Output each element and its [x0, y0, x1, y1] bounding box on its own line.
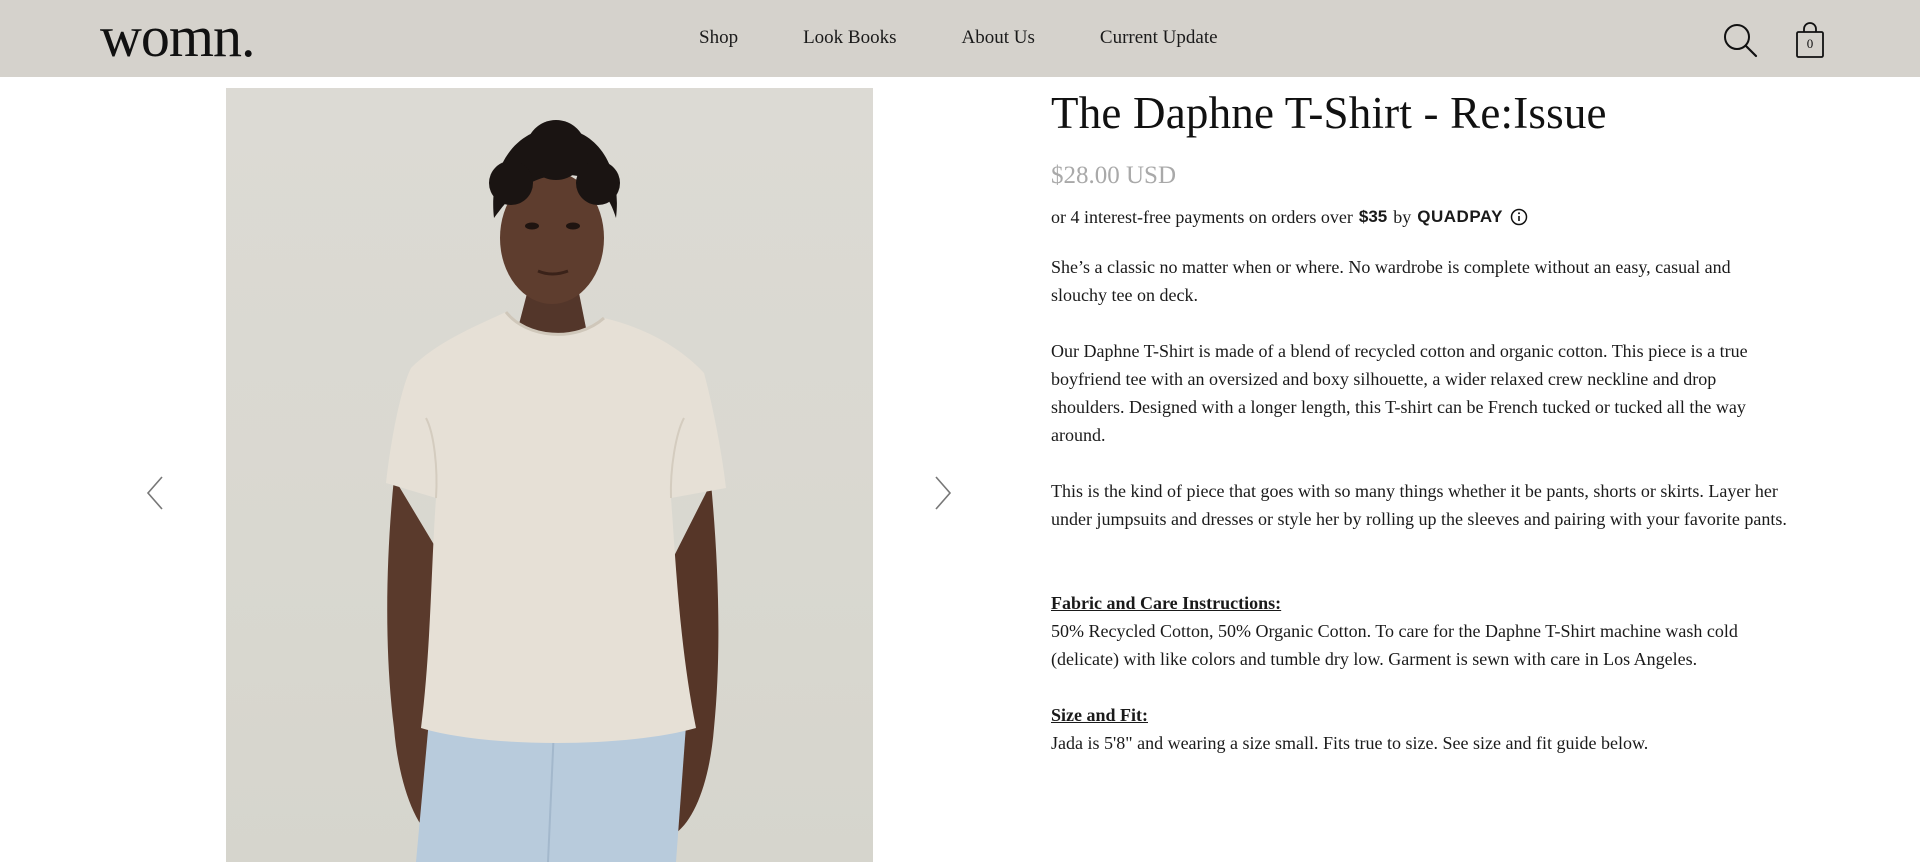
site-header: womn. Shop Look Books About Us Current U… [0, 0, 1920, 77]
installments-text: or 4 interest-free payments on orders ov… [1051, 207, 1353, 227]
description-paragraph: She’s a classic no matter when or where.… [1051, 257, 1731, 305]
main-nav: Shop Look Books About Us Current Update [699, 26, 1218, 50]
size-fit-section: Size and Fit: Jada is 5'8" and wearing a… [1051, 701, 1791, 757]
installments-by: by [1393, 207, 1412, 227]
search-icon[interactable] [1722, 22, 1758, 58]
info-icon[interactable] [1510, 208, 1528, 226]
cart-count: 0 [1806, 36, 1814, 51]
installments-amount: $35 [1358, 207, 1388, 226]
installments-message: or 4 interest-free payments on orders ov… [1051, 205, 1791, 229]
chevron-left-icon[interactable] [144, 473, 168, 513]
chevron-right-icon[interactable] [930, 473, 954, 513]
nav-look-books[interactable]: Look Books [803, 26, 896, 50]
product-description: She’s a classic no matter when or where.… [1051, 253, 1791, 533]
fabric-care-text: 50% Recycled Cotton, 50% Organic Cotton.… [1051, 621, 1738, 669]
cart-button[interactable]: 0 [1794, 21, 1826, 59]
quadpay-logo: QUADPAY [1417, 207, 1503, 226]
description-paragraph: This is the kind of piece that goes with… [1051, 481, 1787, 529]
product-title: The Daphne T-Shirt - Re:Issue [1051, 88, 1607, 138]
product-image [226, 88, 873, 862]
nav-current-update[interactable]: Current Update [1100, 26, 1218, 50]
product-price: $28.00 USD [1051, 162, 1177, 189]
nav-about-us[interactable]: About Us [962, 26, 1035, 50]
size-fit-text: Jada is 5'8" and wearing a size small. F… [1051, 733, 1649, 753]
size-fit-heading: Size and Fit: [1051, 705, 1148, 725]
fabric-care-section: Fabric and Care Instructions: 50% Recycl… [1051, 589, 1791, 673]
description-paragraph: Our Daphne T-Shirt is made of a blend of… [1051, 341, 1748, 445]
logo[interactable]: womn. [100, 2, 255, 72]
nav-shop[interactable]: Shop [699, 26, 738, 50]
product-details: The Daphne T-Shirt - Re:Issue $28.00 USD… [1051, 85, 1791, 757]
fabric-care-heading: Fabric and Care Instructions: [1051, 593, 1282, 613]
